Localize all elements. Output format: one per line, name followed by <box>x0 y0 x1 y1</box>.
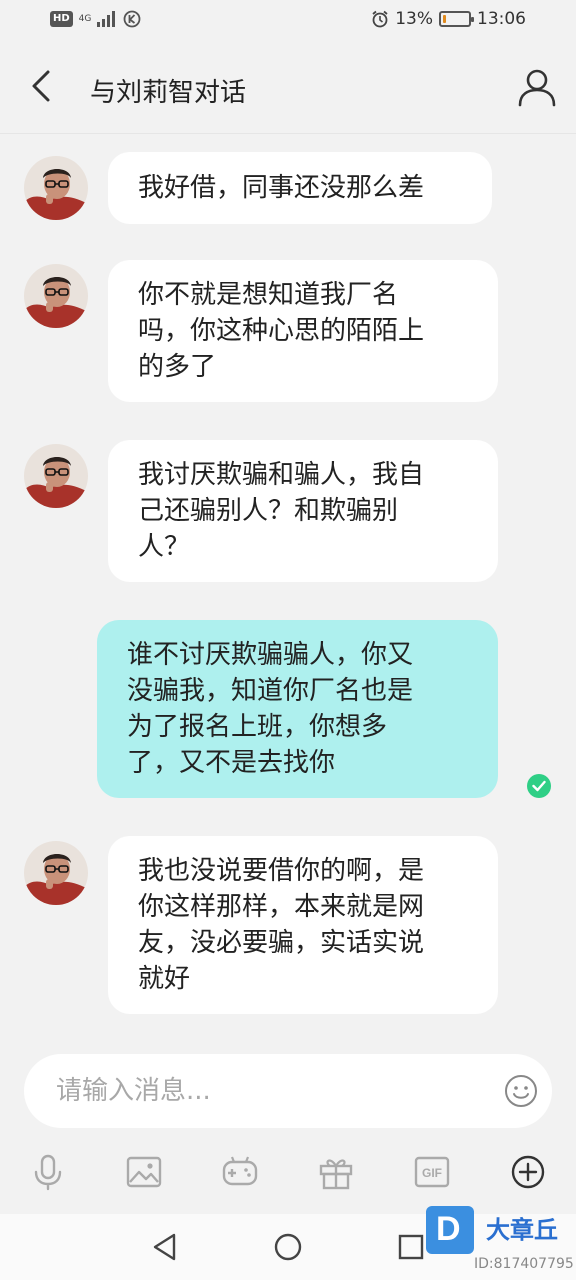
avatar-image <box>24 841 88 905</box>
status-bar: HD 4G 13% 13:06 <box>0 0 576 42</box>
nav-home-button[interactable] <box>271 1230 305 1264</box>
hd-icon: HD <box>50 11 73 27</box>
back-button[interactable] <box>22 66 62 106</box>
chat-title: 与刘莉智对话 <box>90 78 247 108</box>
watermark-name: 大章丘 <box>486 1216 558 1244</box>
image-icon <box>126 1156 162 1188</box>
read-check-icon <box>527 774 551 798</box>
avatar-image <box>24 156 88 220</box>
message-list[interactable]: 我好借，同事还没那么差 你不就是想知道我厂名 吗，你这种心思的陌陌上 的多了 我… <box>0 134 576 1044</box>
battery-icon <box>439 11 474 27</box>
avatar-image <box>24 264 88 328</box>
back-arrow-icon <box>32 70 50 102</box>
more-button[interactable] <box>508 1152 548 1192</box>
clock: 13:06 <box>477 9 526 29</box>
voice-button[interactable] <box>28 1152 68 1192</box>
input-toolbar: GIF <box>0 1140 576 1204</box>
nav-recents-icon <box>398 1234 424 1260</box>
battery-percent: 13% <box>395 9 433 29</box>
emoji-icon <box>505 1075 537 1107</box>
nav-recents-button[interactable] <box>394 1230 428 1264</box>
gif-icon: GIF <box>414 1156 450 1188</box>
message-input-bar <box>24 1054 552 1128</box>
nav-back-button[interactable] <box>148 1230 182 1264</box>
game-controller-icon <box>222 1156 258 1186</box>
message-bubble-incoming[interactable]: 我讨厌欺骗和骗人，我自 己还骗别人？和欺骗别 人？ <box>108 440 498 582</box>
signal-icon <box>97 11 116 27</box>
nav-home-icon <box>274 1233 302 1261</box>
contact-avatar[interactable] <box>24 264 88 328</box>
status-left: HD 4G <box>50 10 141 28</box>
network-type: 4G <box>78 14 92 24</box>
photo-button[interactable] <box>124 1152 164 1192</box>
contact-avatar[interactable] <box>24 841 88 905</box>
profile-button[interactable] <box>516 66 558 108</box>
microphone-icon <box>34 1154 62 1191</box>
message-bubble-incoming[interactable]: 我好借，同事还没那么差 <box>108 152 492 224</box>
plus-circle-icon <box>511 1155 545 1189</box>
message-bubble-incoming[interactable]: 你不就是想知道我厂名 吗，你这种心思的陌陌上 的多了 <box>108 260 498 402</box>
contact-avatar[interactable] <box>24 444 88 508</box>
watermark-id: ID:817407795 <box>474 1256 574 1272</box>
game-button[interactable] <box>220 1152 260 1192</box>
contact-avatar[interactable] <box>24 156 88 220</box>
k-icon <box>123 10 141 28</box>
chat-header: 与刘莉智对话 <box>0 42 576 134</box>
message-bubble-outgoing[interactable]: 谁不讨厌欺骗骗人，你又 没骗我，知道你厂名也是 为了报名上班，你想多 了，又不是… <box>97 620 498 798</box>
watermark: D 大章丘 ID:817407795 <box>426 1206 576 1278</box>
battery-fill <box>443 15 446 23</box>
gift-icon <box>319 1159 353 1190</box>
message-bubble-incoming[interactable]: 我也没说要借你的啊，是 你这样那样，本来就是网 友，没必要骗，实话实说 就好 <box>108 836 498 1014</box>
emoji-button[interactable] <box>504 1074 538 1108</box>
watermark-logo-letter: D <box>436 1210 461 1248</box>
nav-back-icon <box>153 1233 176 1261</box>
status-right: 13% 13:06 <box>371 9 526 29</box>
message-input[interactable] <box>56 1072 476 1110</box>
user-profile-icon <box>518 69 556 107</box>
watermark-logo: D <box>426 1206 474 1254</box>
alarm-icon <box>372 10 388 28</box>
svg-text:GIF: GIF <box>422 1166 442 1180</box>
gif-button[interactable]: GIF <box>412 1152 452 1192</box>
avatar-image <box>24 444 88 508</box>
gift-button[interactable] <box>316 1152 356 1192</box>
